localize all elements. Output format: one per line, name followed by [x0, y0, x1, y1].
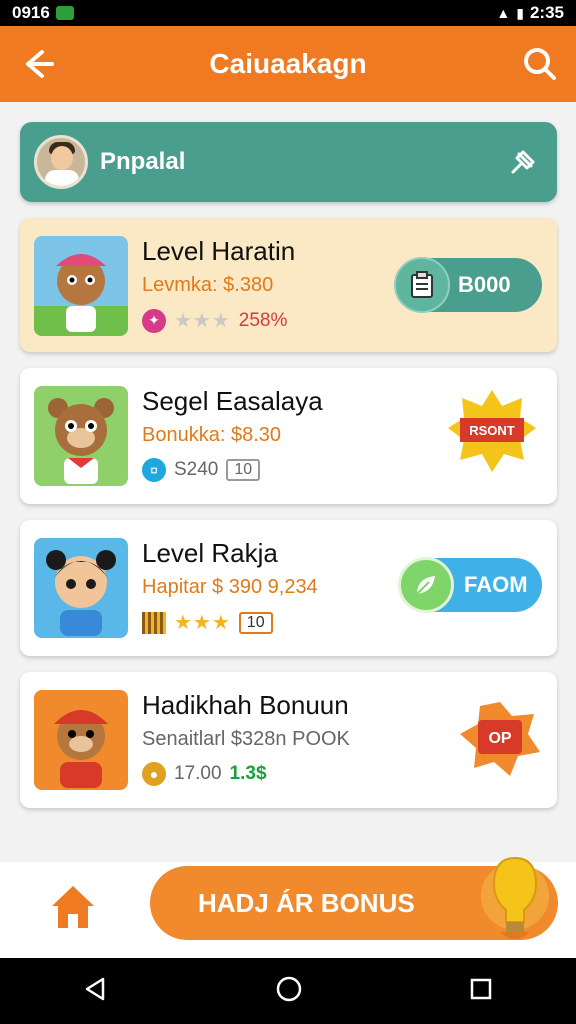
lightbulb-icon	[478, 848, 552, 952]
home-icon[interactable]	[48, 882, 98, 932]
meta-value: 258%	[238, 309, 288, 331]
popular-label: Pnpalal	[100, 148, 186, 175]
item-subtitle: Senaitlarl $328n POOK	[142, 728, 350, 750]
bonus-button-label: HADJ ÁR BONUS	[198, 887, 415, 918]
meta-value: 17.00	[174, 763, 222, 784]
meta-value-secondary: 1.3$	[229, 763, 267, 784]
list-item[interactable]: Hadikhah Bonuun Senaitlarl $328n POOK ● …	[20, 672, 557, 808]
item-meta: ✦ ★★★ 258%	[142, 308, 287, 333]
item-meta: ● 17.00 1.3$	[142, 762, 267, 786]
item-title: Level Haratin	[142, 236, 296, 266]
character-thumbnail	[34, 538, 128, 638]
meta-value: S240	[174, 459, 219, 480]
claim-button-label: B000	[458, 272, 511, 297]
item-title: Segel Easalaya	[142, 386, 323, 416]
rating-stars: ★★★	[174, 612, 231, 634]
avatar	[34, 135, 88, 189]
claim-button[interactable]: B000	[394, 257, 542, 313]
status-bar: 0916 ▲ ▮ 2:35	[0, 0, 576, 26]
item-subtitle: Bonukka: $8.30	[142, 424, 281, 446]
list-item[interactable]: Level Haratin Levmka: $.380 ✦ ★★★ 258% B…	[20, 218, 557, 352]
status-time-right: 2:35	[529, 3, 564, 22]
coin-icon: ¤	[142, 458, 166, 482]
bottom-bar: HADJ ÁR BONUS	[0, 856, 576, 958]
count-box: 10	[238, 611, 273, 634]
item-subtitle: Hapitar $ 390 9,234	[142, 576, 318, 598]
status-time-left: 0916	[12, 3, 50, 22]
notification-icon	[55, 6, 74, 20]
app-bar: Caiuaakagn	[0, 26, 576, 102]
list-item[interactable]: Segel Easalaya Bonukka: $8.30 ¤ S240 10 …	[20, 368, 557, 504]
sale-badge[interactable]: OP	[454, 696, 546, 782]
recents-nav-icon[interactable]	[469, 977, 493, 1006]
leaf-icon	[398, 557, 454, 613]
tag-icon: ✦	[142, 308, 166, 333]
sale-badge-label: OP	[488, 730, 511, 747]
claim-button[interactable]: FAOM	[398, 557, 542, 613]
content-area: Pnpalal Level Haratin Levmka: $.380 ✦ ★★…	[0, 102, 576, 862]
home-nav-icon[interactable]	[275, 975, 303, 1008]
grid-icon	[142, 611, 166, 634]
popular-banner[interactable]: Pnpalal	[20, 122, 557, 202]
count-box: 10	[226, 459, 261, 481]
rating-stars: ★★★	[174, 310, 231, 332]
sale-badge-label: RSONT	[469, 423, 515, 438]
page-title: Caiuaakagn	[209, 48, 367, 79]
claim-button-label: FAOM	[464, 572, 528, 597]
system-nav-bar	[0, 958, 576, 1024]
item-meta: ★★★ 10	[142, 610, 273, 635]
item-title: Level Rakja	[142, 538, 278, 568]
battery-icon: ▮	[516, 4, 524, 21]
sale-badge[interactable]: RSONT	[446, 388, 538, 474]
coin-icon: ●	[142, 762, 166, 786]
signal-icon: ▲	[496, 5, 511, 21]
character-thumbnail	[34, 690, 128, 790]
character-thumbnail	[34, 236, 128, 336]
item-subtitle: Levmka: $.380	[142, 274, 274, 296]
character-thumbnail	[34, 386, 128, 486]
search-icon[interactable]	[522, 46, 558, 82]
item-meta: ¤ S240 10	[142, 458, 261, 482]
item-title: Hadikhah Bonuun	[142, 690, 349, 720]
back-arrow-icon[interactable]	[20, 46, 56, 82]
back-nav-icon[interactable]	[83, 976, 109, 1007]
pin-icon[interactable]	[507, 146, 539, 178]
list-item[interactable]: Level Rakja Hapitar $ 390 9,234 ★★★ 10 F…	[20, 520, 557, 656]
clipboard-icon	[394, 257, 450, 313]
